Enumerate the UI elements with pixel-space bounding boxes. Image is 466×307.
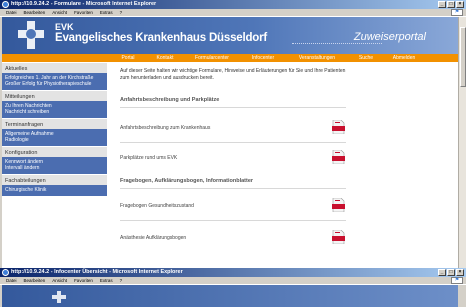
close-button[interactable]: × (456, 269, 464, 276)
divider (120, 220, 346, 221)
divider (120, 142, 346, 143)
menu-extras[interactable]: Extras (100, 277, 113, 284)
menu-bearbeiten[interactable]: Bearbeiten (24, 277, 46, 284)
sidebar-links-mitteilungen: Zu Ihren Nachrichten Nachricht schreiben (2, 101, 107, 118)
menu-extras[interactable]: Extras (100, 9, 113, 16)
cross-logo-icon (18, 21, 44, 49)
nav-abmelden[interactable]: Abmelden (384, 54, 424, 62)
main-content: Auf dieser Seite halten wir wichtige For… (114, 62, 352, 268)
sidebar-link[interactable]: Nachricht schreiben (5, 109, 104, 115)
menu-datei[interactable]: Datei (6, 277, 17, 284)
sidebar-links-fachabteilungen: Chirurgische Klinik (2, 185, 107, 196)
window-title: http://10.9.24.2 - Infocenter Übersicht … (11, 269, 183, 275)
document-link[interactable]: Anästhesie Aufklärungsbogen (120, 235, 346, 241)
minimize-button[interactable]: _ (438, 269, 446, 276)
browser-window-infocenter: http://10.9.24.2 - Infocenter Übersicht … (0, 268, 466, 307)
internet-explorer-icon (2, 269, 9, 276)
sidebar-link[interactable]: Chirurgische Klinik (5, 187, 104, 193)
menu-bar: Datei Bearbeiten Ansicht Favoriten Extra… (0, 9, 466, 17)
site-banner: EVK Evangelisches Krankenhaus Düsseldorf… (2, 17, 458, 54)
document-link[interactable]: Parkplätze rund ums EVK (120, 155, 346, 161)
pdf-file-icon[interactable] (332, 120, 345, 134)
sidebar-heading-konfiguration: Konfiguration (2, 147, 107, 157)
divider (120, 188, 346, 189)
divider (120, 107, 346, 108)
menu-favoriten[interactable]: Favoriten (74, 9, 93, 16)
close-button[interactable]: × (456, 1, 464, 8)
windows-logo-icon: ⚑ (451, 9, 463, 16)
scrollbar-thumb[interactable] (460, 27, 466, 87)
window-title-bar[interactable]: http://10.9.24.2 - Infocenter Übersicht … (0, 268, 466, 277)
sidebar-links-aktuelles: Erfolgreiches 1. Jahr an der Kirchstraße… (2, 73, 107, 90)
web-page: EVK Evangelisches Krankenhaus Düsseldorf… (2, 17, 458, 268)
pdf-file-icon[interactable] (332, 230, 345, 244)
sidebar-heading-fachabteilungen: Fachabteilungen (2, 175, 107, 185)
menu-datei[interactable]: Datei (6, 9, 17, 16)
portal-label: Zuweiserportal (353, 31, 426, 43)
nav-portal[interactable]: Portal (110, 54, 146, 62)
sidebar: Aktuelles Erfolgreiches 1. Jahr an der K… (2, 62, 107, 268)
intro-text: Auf dieser Seite halten wir wichtige For… (120, 68, 346, 81)
section-title-fragebogen: Fragebogen, Aufklärungsbogen, Informatio… (120, 178, 254, 184)
browser-window-formulare: http://10.9.24.2 - Formulare - Microsoft… (0, 0, 466, 268)
sidebar-links-terminanfragen: Allgemeine Aufnahme Radiologie (2, 129, 107, 146)
maximize-button[interactable]: □ (447, 269, 455, 276)
vertical-scrollbar[interactable] (458, 17, 466, 268)
menu-bearbeiten[interactable]: Bearbeiten (24, 9, 46, 16)
pdf-file-icon[interactable] (332, 150, 345, 164)
web-page-banner (2, 285, 458, 307)
maximize-button[interactable]: □ (447, 1, 455, 8)
menu-ansicht[interactable]: Ansicht (52, 277, 67, 284)
minimize-button[interactable]: _ (438, 1, 446, 8)
main-navigation: Portal Kontakt Formularcenter Infocenter… (2, 54, 458, 62)
nav-infocenter[interactable]: Infocenter (240, 54, 286, 62)
sidebar-links-konfiguration: Kennwort ändern Intervall ändern (2, 157, 107, 174)
site-short-name: EVK (55, 22, 74, 32)
organization-name: Evangelisches Krankenhaus Düsseldorf (55, 32, 268, 44)
pdf-file-icon[interactable] (332, 198, 345, 212)
sidebar-link[interactable]: Intervall ändern (5, 165, 104, 171)
sidebar-link[interactable]: Großer Erfolg für Physiotherapieschule (5, 81, 104, 87)
banner-divider (292, 43, 382, 44)
windows-logo-icon: ⚑ (451, 277, 463, 284)
nav-kontakt[interactable]: Kontakt (146, 54, 184, 62)
sidebar-heading-mitteilungen: Mitteilungen (2, 91, 107, 101)
document-link[interactable]: Fragebogen Gesundheitszustand (120, 203, 346, 209)
window-title: http://10.9.24.2 - Formulare - Microsoft… (11, 1, 157, 7)
section-title-anfahrt: Anfahrtsbeschreibung und Parkplätze (120, 97, 220, 103)
sidebar-heading-terminanfragen: Terminanfragen (2, 119, 107, 129)
sidebar-link[interactable]: Radiologie (5, 137, 104, 143)
cross-logo-icon (52, 291, 66, 303)
nav-suche[interactable]: Suche (348, 54, 384, 62)
menu-favoriten[interactable]: Favoriten (74, 277, 93, 284)
nav-formularcenter[interactable]: Formularcenter (184, 54, 240, 62)
window-title-bar[interactable]: http://10.9.24.2 - Formulare - Microsoft… (0, 0, 466, 9)
internet-explorer-icon (2, 1, 9, 8)
menu-ansicht[interactable]: Ansicht (52, 9, 67, 16)
menu-help[interactable]: ? (120, 277, 123, 284)
menu-help[interactable]: ? (120, 9, 123, 16)
sidebar-heading-aktuelles: Aktuelles (2, 63, 107, 73)
nav-veranstaltungen[interactable]: Veranstaltungen (286, 54, 348, 62)
menu-bar: Datei Bearbeiten Ansicht Favoriten Extra… (0, 277, 466, 285)
document-link[interactable]: Anfahrtsbeschreibung zum Krankenhaus (120, 125, 346, 131)
